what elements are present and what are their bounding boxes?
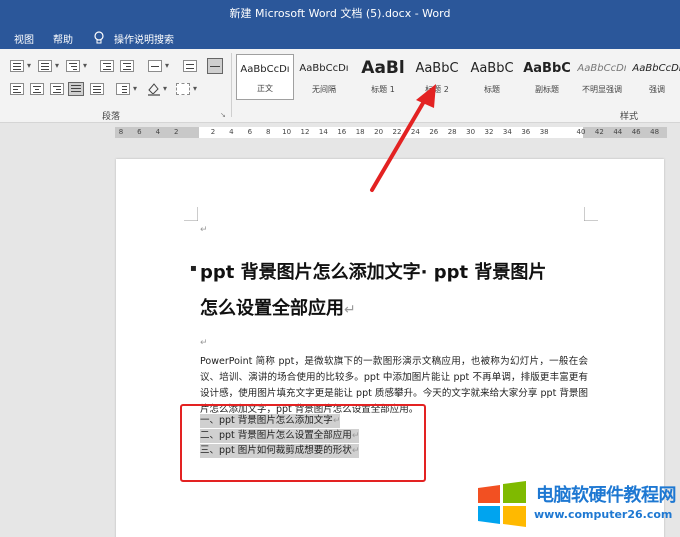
paragraph-mark: ↵ bbox=[344, 302, 356, 318]
style-name: 强调 bbox=[649, 85, 665, 94]
crop-mark-icon bbox=[184, 207, 198, 221]
paragraph-mark: ↵ bbox=[200, 338, 208, 348]
ruler-tick-label: 30 bbox=[466, 128, 476, 136]
align-center-button[interactable] bbox=[30, 83, 44, 95]
title-text: ppt 背景图片怎么添加文字· ppt 背景图片 bbox=[200, 262, 547, 283]
distributed-button[interactable] bbox=[90, 83, 104, 95]
move-handle-icon[interactable]: ▪ bbox=[190, 263, 197, 274]
style-emphasis[interactable]: AaBbCcDı 强调 bbox=[628, 54, 680, 100]
paragraph-dialog-launcher-icon[interactable]: ↘ bbox=[220, 111, 226, 119]
style-name: 无间隔 bbox=[312, 85, 336, 94]
ribbon: ▾ ▾ ▾ ▾ ▾ ▾ ▾ 段落 ↘ AaBbCcDı 正文 AaBbCcDı … bbox=[0, 49, 680, 123]
ruler-tick-label: 12 bbox=[300, 128, 310, 136]
chinese-layout-button[interactable] bbox=[148, 60, 162, 72]
style-subtitle[interactable]: AaBbC 副标题 bbox=[518, 54, 576, 100]
ruler-tick-label: 40 bbox=[576, 128, 586, 136]
ruler-tick-label: 32 bbox=[484, 128, 494, 136]
ruler-tick-label: 16 bbox=[337, 128, 347, 136]
align-right-button[interactable] bbox=[50, 83, 64, 95]
style-sample: AaBbCcDı bbox=[632, 63, 680, 74]
chevron-down-icon[interactable]: ▾ bbox=[163, 84, 167, 93]
decrease-indent-button[interactable] bbox=[100, 60, 114, 72]
borders-button[interactable] bbox=[176, 83, 190, 95]
ruler-tick-label: 38 bbox=[539, 128, 549, 136]
style-sample: AaBbC bbox=[470, 61, 514, 76]
style-name: 不明显强调 bbox=[582, 85, 622, 94]
document-title-line-2[interactable]: 怎么设置全部应用↵ bbox=[200, 294, 356, 320]
site-watermark: 电脑软硬件教程网 www.computer26.com bbox=[472, 476, 680, 532]
show-formatting-marks-button[interactable] bbox=[207, 58, 223, 74]
paragraph-group-label: 段落 bbox=[102, 112, 121, 122]
ruler-tick-label: 2 bbox=[173, 128, 179, 136]
paragraph-mark: ↵ bbox=[200, 225, 208, 235]
sort-button[interactable] bbox=[183, 60, 197, 72]
style-sample: AaBbC bbox=[523, 61, 571, 76]
ruler-tick-label: 34 bbox=[502, 128, 512, 136]
ruler-tick-label: 4 bbox=[155, 128, 161, 136]
style-sample: AaBbC bbox=[415, 61, 459, 76]
shading-icon[interactable] bbox=[146, 81, 162, 101]
style-sample: AaBbCcDı bbox=[299, 63, 349, 74]
ruler-tick-label: 8 bbox=[265, 128, 271, 136]
style-normal[interactable]: AaBbCcDı 正文 bbox=[236, 54, 294, 100]
ruler-tick-label: 6 bbox=[137, 128, 142, 136]
style-sample: AaBbCcDı bbox=[240, 64, 290, 75]
chevron-down-icon[interactable]: ▾ bbox=[133, 84, 137, 93]
styles-group-label: 样式 bbox=[620, 112, 639, 122]
crop-mark-icon bbox=[584, 207, 598, 221]
chevron-down-icon[interactable]: ▾ bbox=[27, 61, 31, 70]
ruler-tick-label: 44 bbox=[613, 128, 623, 136]
ruler-tick-label: 14 bbox=[318, 128, 328, 136]
chevron-down-icon[interactable]: ▾ bbox=[55, 61, 59, 70]
chevron-down-icon[interactable]: ▾ bbox=[193, 84, 197, 93]
chevron-down-icon[interactable]: ▾ bbox=[83, 61, 87, 70]
windows-logo-icon bbox=[478, 481, 526, 527]
tab-help[interactable]: 帮助 bbox=[53, 31, 73, 46]
increase-indent-button[interactable] bbox=[120, 60, 134, 72]
ruler-tick-label: 46 bbox=[631, 128, 641, 136]
justify-button[interactable] bbox=[68, 82, 84, 96]
window-title: 新建 Microsoft Word 文档 (5).docx - Word bbox=[229, 7, 451, 20]
ruler-tick-label: 48 bbox=[650, 128, 660, 136]
numbering-button[interactable] bbox=[38, 60, 52, 72]
annotation-arrow-icon bbox=[370, 84, 436, 192]
tab-view[interactable]: 视图 bbox=[14, 31, 34, 46]
ruler-tick-label: 6 bbox=[247, 128, 253, 136]
style-sample: AaBl bbox=[361, 58, 405, 78]
document-title-line-1[interactable]: ppt 背景图片怎么添加文字· ppt 背景图片 bbox=[200, 258, 546, 284]
lightbulb-icon[interactable] bbox=[93, 31, 105, 48]
line-spacing-button[interactable] bbox=[116, 83, 130, 95]
style-name: 标题 bbox=[484, 85, 500, 94]
ruler-tick-label: 42 bbox=[594, 128, 604, 136]
bullets-button[interactable] bbox=[10, 60, 24, 72]
multilevel-list-button[interactable] bbox=[66, 60, 80, 72]
ribbon-separator bbox=[231, 53, 232, 117]
style-title[interactable]: AaBbC 标题 bbox=[463, 54, 521, 100]
style-name: 副标题 bbox=[535, 85, 559, 94]
align-left-button[interactable] bbox=[10, 83, 24, 95]
ruler-tick-label: 36 bbox=[521, 128, 531, 136]
tell-me-search[interactable]: 操作说明搜索 bbox=[114, 31, 174, 46]
ruler-tick-label: 10 bbox=[282, 128, 292, 136]
title-text: 怎么设置全部应用 bbox=[200, 298, 344, 319]
title-bar: 新建 Microsoft Word 文档 (5).docx - Word bbox=[0, 0, 680, 27]
style-subtle-emphasis[interactable]: AaBbCcDı 不明显强调 bbox=[573, 54, 631, 100]
style-name: 正文 bbox=[257, 84, 273, 93]
annotation-highlight-box bbox=[180, 404, 426, 482]
watermark-url: www.computer26.com bbox=[534, 508, 673, 521]
ruler-tick-label: 8 bbox=[118, 128, 124, 136]
watermark-title: 电脑软硬件教程网 bbox=[536, 485, 677, 506]
chevron-down-icon[interactable]: ▾ bbox=[165, 61, 169, 70]
ruler-tick-label: 2 bbox=[210, 128, 216, 136]
style-sample: AaBbCcDı bbox=[577, 63, 627, 74]
style-no-spacing[interactable]: AaBbCcDı 无间隔 bbox=[295, 54, 353, 100]
ruler-tick-label: 4 bbox=[229, 128, 234, 136]
menu-bar: 视图 帮助 操作说明搜索 bbox=[0, 27, 680, 49]
